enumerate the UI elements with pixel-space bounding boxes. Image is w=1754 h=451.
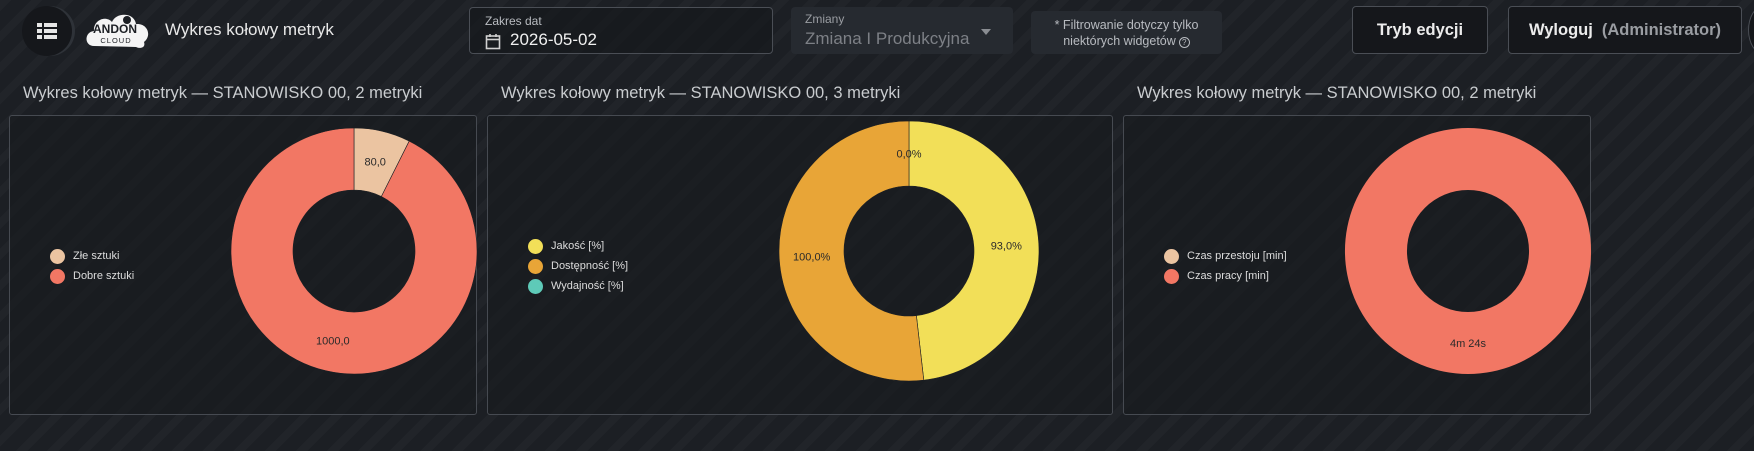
edit-mode-button[interactable]: Tryb edycji [1352, 6, 1488, 54]
andon-cloud-logo[interactable]: ANDON CLOUD [82, 6, 154, 54]
shift-select[interactable]: Zmiany Zmiana I Produkcyjna [791, 7, 1013, 54]
legend-item-dobre-sztuki[interactable]: Dobre sztuki [50, 266, 134, 286]
chart-legend-3: Czas przestoju [min] Czas pracy [min] [1164, 246, 1287, 286]
widget-panel-3[interactable]: 0m 0s4m 24s Czas przestoju [min]Czas pra… [1123, 115, 1592, 415]
data-label-dostepnosc: 100,0% [793, 252, 831, 264]
shift-select-label: Zmiany [805, 12, 845, 26]
user-avatar[interactable] [1748, 6, 1754, 54]
date-range-label: Zakres dat [485, 14, 542, 28]
help-icon[interactable]: ? [1178, 37, 1190, 48]
widget-title-1: Wykres kołowy metryk — STANOWISKO 00, 2 … [23, 84, 423, 102]
legend-swatch [50, 248, 65, 264]
data-label-dobre-sztuki: 1000,0 [316, 336, 350, 348]
calendar-icon [485, 34, 501, 50]
logout-label: Wyloguj [1528, 20, 1593, 39]
data-label-zle-sztuki: 80,0 [364, 157, 385, 169]
shift-select-value: Zmiana I Produkcyjna [805, 29, 970, 48]
menu-toggle-button[interactable] [22, 6, 72, 56]
filter-note: * Filtrowanie dotyczy tylko niektórych w… [1031, 11, 1222, 54]
legend-swatch [1164, 248, 1179, 264]
legend-item-czas-pracy-min[interactable]: Czas pracy [min] [1164, 266, 1287, 286]
widget-panel-1[interactable]: 80,0 1000,0 Złe sztuki Dobre sztuki [9, 115, 478, 415]
legend-swatch [1164, 268, 1179, 284]
user-role: (Administrator) [1601, 20, 1722, 39]
data-label-jakosc: 93,0% [991, 240, 1022, 252]
date-range-value: 2026-05-02 [510, 30, 597, 49]
legend-item-wydajnosc[interactable]: Wydajność [%] [528, 276, 628, 296]
legend-swatch [50, 268, 65, 284]
widget-title-2: Wykres kołowy metryk — STANOWISKO 00, 3 … [501, 84, 901, 102]
filter-note-line2: niektórych widgetów [1063, 34, 1176, 48]
widget-title-3: Wykres kołowy metryk — STANOWISKO 00, 2 … [1137, 84, 1537, 102]
widget-panel-2[interactable]: 93,0% 100,0% 0,0% Jakość [%] Dostępność [%]… [487, 115, 1113, 415]
legend-item-czas-przestoju-min[interactable]: Czas przestoju [min] [1164, 246, 1287, 266]
logo-text-top: ANDON [93, 22, 137, 36]
page-title: Wykres kołowy metryk [165, 20, 334, 39]
legend-label: Czas przestoju [min] [1187, 250, 1287, 262]
legend-label: Czas pracy [min] [1187, 270, 1269, 282]
legend-label: Dobre sztuki [73, 270, 135, 282]
slice-dobre-sztuki[interactable] [230, 127, 478, 375]
legend-swatch [528, 238, 543, 254]
date-range-field[interactable]: Zakres dat 2026-05-02 [469, 7, 773, 54]
legend-swatch [528, 278, 543, 294]
filter-note-line1: * Filtrowanie dotyczy tylko [1054, 18, 1199, 32]
chart-legend-1: Złe sztuki Dobre sztuki [50, 246, 134, 286]
logout-button[interactable]: Wyloguj (Administrator) [1508, 6, 1742, 54]
legend-label: Wydajność [%] [551, 280, 624, 292]
data-label-czas-pracy-min: 4m 24s [1450, 338, 1487, 350]
list-menu-icon [37, 23, 57, 39]
logo-text-bottom: CLOUD [100, 36, 131, 45]
legend-item-jakosc[interactable]: Jakość [%] [528, 236, 628, 256]
legend-swatch [528, 258, 543, 274]
chevron-down-icon [981, 29, 991, 35]
legend-label: Dostępność [%] [551, 260, 629, 272]
data-label-wydajnosc: 0,0% [896, 149, 921, 161]
top-bar: ANDON CLOUD Wykres kołowy metryk Zakres … [0, 0, 1754, 62]
legend-label: Złe sztuki [73, 250, 120, 262]
legend-item-zle-sztuki[interactable]: Złe sztuki [50, 246, 134, 266]
legend-item-dostepnosc[interactable]: Dostępność [%] [528, 256, 628, 276]
chart-legend-2: Jakość [%] Dostępność [%] Wydajność [%] [528, 236, 628, 296]
legend-label: Jakość [%] [551, 240, 605, 252]
